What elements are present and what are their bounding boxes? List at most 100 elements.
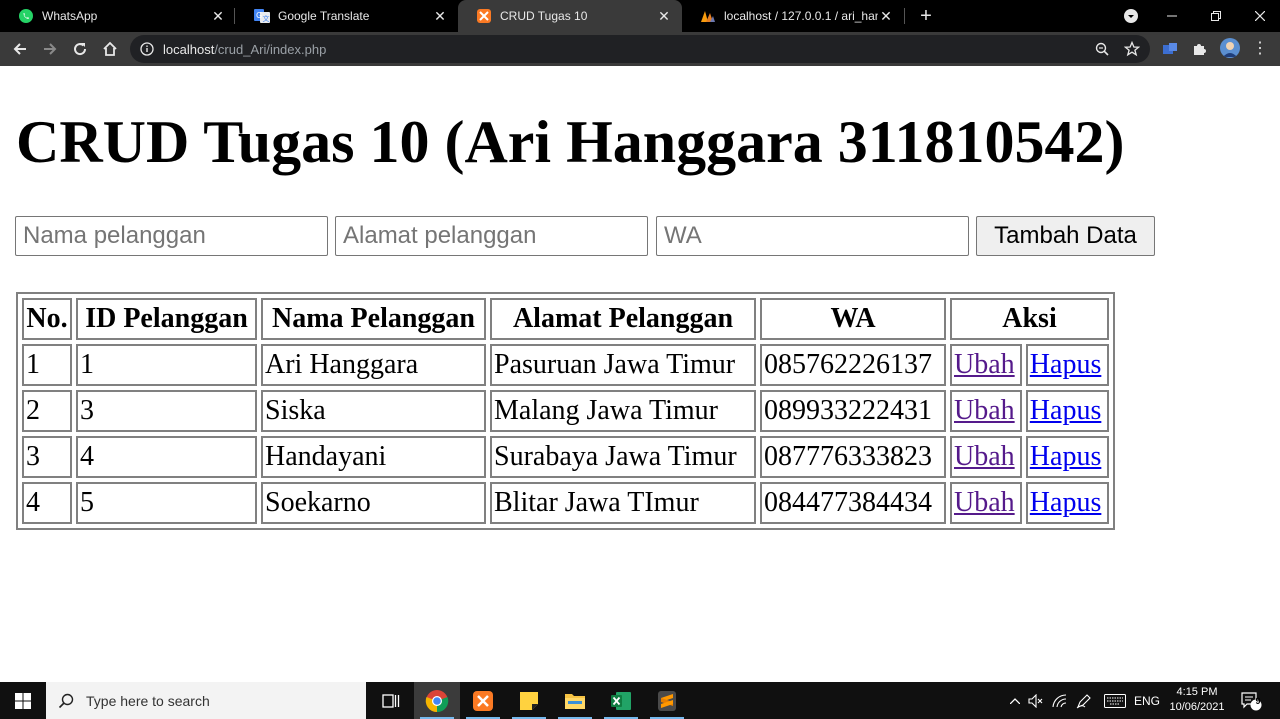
zoom-icon[interactable] (1094, 41, 1110, 57)
cell-nama: Handayani (261, 436, 486, 478)
column-header-wa: WA (760, 298, 946, 340)
show-hidden-icons-button[interactable] (1006, 682, 1024, 719)
column-header-no: No. (22, 298, 72, 340)
input-language[interactable]: ENG (1132, 682, 1162, 719)
cell-nama: Ari Hanggara (261, 344, 486, 386)
cell-id: 3 (76, 390, 257, 432)
restore-icon (1211, 11, 1221, 21)
table-header-row: No. ID Pelanggan Nama Pelanggan Alamat P… (22, 298, 1109, 340)
ubah-link[interactable]: Ubah (954, 487, 1015, 518)
home-button[interactable] (98, 37, 122, 61)
cell-alamat: Blitar Jawa TImur (490, 482, 756, 524)
puzzle-icon[interactable] (1189, 39, 1209, 59)
table-row: 1 1 Ari Hanggara Pasuruan Jawa Timur 085… (22, 344, 1109, 386)
cell-nama: Soekarno (261, 482, 486, 524)
close-window-button[interactable] (1240, 0, 1280, 32)
windows-logo-icon (15, 692, 31, 709)
cell-ubah: Ubah (950, 390, 1022, 432)
taskbar-excel[interactable] (598, 682, 644, 719)
close-tab-icon[interactable]: ✕ (656, 8, 672, 24)
network-button[interactable] (1050, 682, 1070, 719)
cell-nama: Siska (261, 390, 486, 432)
cell-ubah: Ubah (950, 436, 1022, 478)
forward-arrow-icon (44, 43, 57, 55)
close-tab-icon[interactable]: ✕ (878, 8, 894, 24)
minimize-button[interactable] (1152, 0, 1192, 32)
taskbar-chrome[interactable] (414, 682, 460, 719)
customer-table: No. ID Pelanggan Nama Pelanggan Alamat P… (16, 292, 1115, 530)
tab-phpmyadmin[interactable]: localhost / 127.0.0.1 / ari_hangga ✕ (682, 0, 904, 32)
chevron-up-icon (1010, 697, 1020, 704)
menu-button[interactable]: ⋮ (1252, 39, 1268, 59)
tab-crud-tugas[interactable]: CRUD Tugas 10 ✕ (458, 0, 682, 32)
column-header-alamat: Alamat Pelanggan (490, 298, 756, 340)
cell-hapus: Hapus (1025, 436, 1109, 478)
cell-no: 4 (22, 482, 72, 524)
cell-id: 1 (76, 344, 257, 386)
taskbar-sublime-text[interactable] (644, 682, 690, 719)
back-button[interactable] (8, 37, 32, 61)
address-bar[interactable]: localhost/crud_Ari/index.php (130, 35, 1150, 63)
cell-alamat: Surabaya Jawa Timur (490, 436, 756, 478)
whatsapp-icon (18, 8, 34, 24)
taskbar-search[interactable]: Type here to search (46, 682, 366, 719)
hapus-link[interactable]: Hapus (1030, 349, 1102, 380)
action-center-button[interactable]: 9 (1236, 682, 1266, 719)
ubah-link[interactable]: Ubah (954, 395, 1015, 426)
nama-pelanggan-input[interactable] (15, 216, 328, 256)
forward-button[interactable] (38, 37, 62, 61)
tab-title: WhatsApp (42, 9, 98, 23)
xampp-icon (473, 690, 493, 711)
tambah-data-button[interactable]: Tambah Data (976, 216, 1155, 256)
cell-wa: 087776333823 (760, 436, 946, 478)
cell-wa: 084477384434 (760, 482, 946, 524)
task-view-icon (382, 693, 400, 708)
cell-alamat: Malang Jawa Timur (490, 390, 756, 432)
windows-taskbar: Type here to search ENG 4:15 PM 10/06/20… (0, 682, 1280, 719)
hapus-link[interactable]: Hapus (1030, 487, 1102, 518)
cell-hapus: Hapus (1025, 390, 1109, 432)
tab-whatsapp[interactable]: WhatsApp ✕ (0, 0, 236, 32)
table-row: 4 5 Soekarno Blitar Jawa TImur 084477384… (22, 482, 1109, 524)
bookmark-star-icon[interactable] (1124, 41, 1140, 57)
taskbar-file-explorer[interactable] (552, 682, 598, 719)
wifi-icon (1052, 693, 1067, 707)
clock-time: 4:15 PM (1176, 686, 1218, 698)
extension-icon[interactable] (1160, 39, 1180, 59)
system-clock[interactable]: 4:15 PM 10/06/2021 (1160, 685, 1234, 715)
wa-input[interactable] (656, 216, 969, 256)
folder-icon (565, 693, 585, 709)
new-tab-button[interactable]: + (914, 4, 938, 28)
info-icon[interactable] (140, 42, 154, 61)
close-tab-icon[interactable]: ✕ (210, 8, 226, 24)
ubah-link[interactable]: Ubah (954, 349, 1015, 380)
pen-workspace-button[interactable] (1074, 682, 1094, 719)
tab-google-translate[interactable]: G文 Google Translate ✕ (236, 0, 458, 32)
profile-avatar[interactable] (1220, 38, 1240, 58)
touch-keyboard-button[interactable] (1102, 682, 1128, 719)
taskbar-sticky-notes[interactable] (506, 682, 552, 719)
volume-button[interactable] (1026, 682, 1046, 719)
cell-hapus: Hapus (1025, 344, 1109, 386)
task-view-button[interactable] (368, 682, 414, 719)
volume-muted-icon (1028, 693, 1043, 708)
hapus-link[interactable]: Hapus (1030, 395, 1102, 426)
tab-title: CRUD Tugas 10 (500, 9, 588, 23)
close-tab-icon[interactable]: ✕ (432, 8, 448, 24)
restore-button[interactable] (1196, 0, 1236, 32)
google-translate-icon: G文 (254, 8, 270, 24)
page-title: CRUD Tugas 10 (Ari Hanggara 311810542) (16, 109, 1125, 175)
reload-button[interactable] (68, 37, 92, 61)
hapus-link[interactable]: Hapus (1030, 441, 1102, 472)
minimize-icon (1167, 15, 1177, 17)
cell-alamat: Pasuruan Jawa Timur (490, 344, 756, 386)
taskbar-xampp[interactable] (460, 682, 506, 719)
notification-count-badge: 9 (1255, 696, 1261, 706)
tab-title: Google Translate (278, 9, 370, 23)
start-button[interactable] (0, 682, 46, 719)
tab-search-button[interactable] (1111, 0, 1151, 32)
ubah-link[interactable]: Ubah (954, 441, 1015, 472)
page-content: CRUD Tugas 10 (Ari Hanggara 311810542) T… (0, 66, 1280, 682)
alamat-pelanggan-input[interactable] (335, 216, 648, 256)
table-row: 2 3 Siska Malang Jawa Timur 089933222431… (22, 390, 1109, 432)
